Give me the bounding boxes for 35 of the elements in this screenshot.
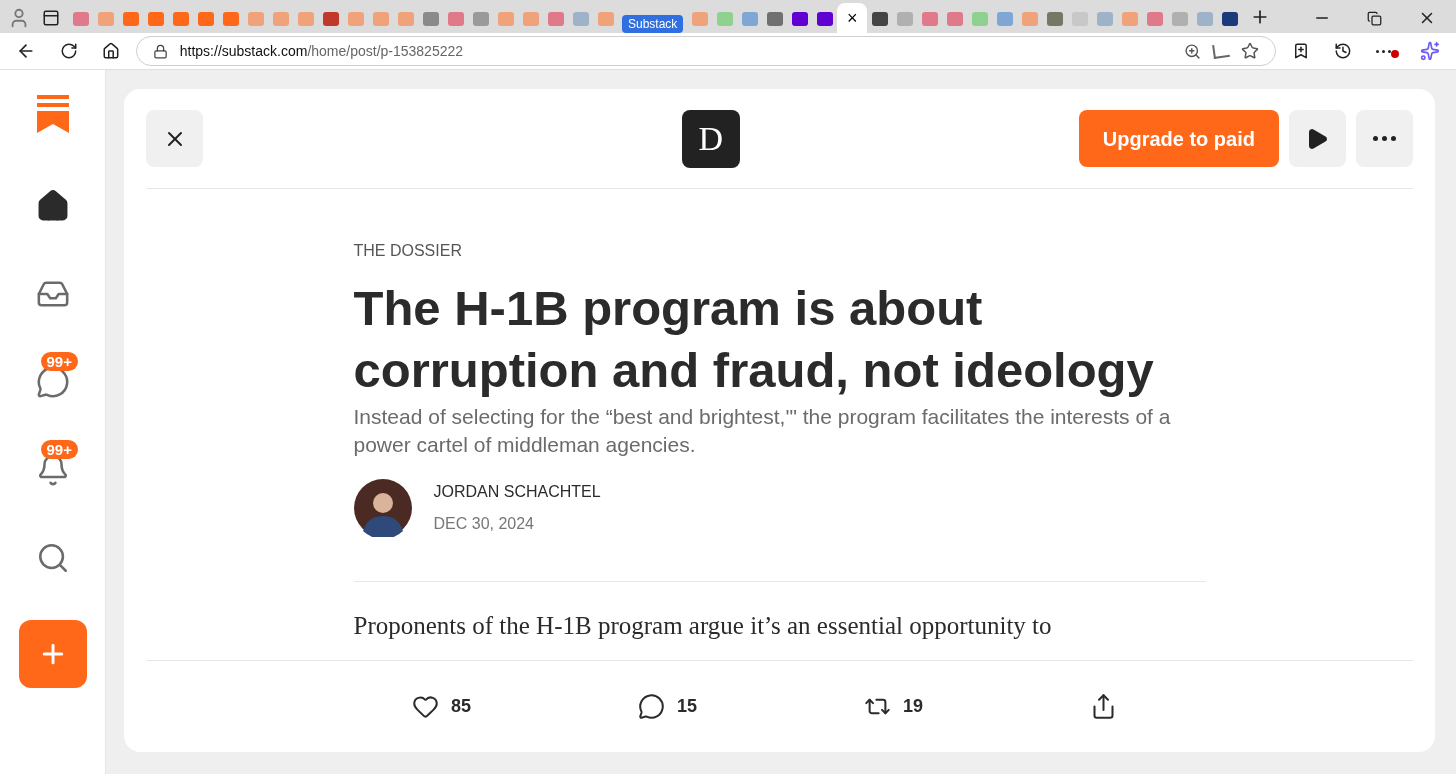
copilot-icon[interactable] (1420, 41, 1440, 61)
lock-icon (152, 43, 168, 59)
url-text: https://substack.com/home/post/p-153825222 (179, 41, 464, 61)
comment-button[interactable]: 15 (638, 693, 698, 720)
more-button[interactable] (1356, 110, 1413, 167)
publication-logo[interactable]: D (681, 109, 740, 168)
tab-actions-icon (42, 9, 60, 27)
post-date: DEC 30, 2024 (433, 514, 535, 534)
notification-badge: 99+ (40, 352, 78, 371)
restack-button[interactable]: 19 (864, 693, 924, 720)
home-icon[interactable] (101, 42, 120, 60)
comment-icon (638, 693, 665, 720)
restore-icon[interactable] (1367, 10, 1382, 26)
publication-name[interactable]: THE DOSSIER (353, 239, 1206, 263)
share-icon (1090, 693, 1117, 720)
tab-group-label[interactable]: Substack (622, 15, 684, 33)
article-body: Proponents of the H-1B program argue it’s an essential opportunity to (353, 611, 1053, 641)
close-button[interactable] (146, 110, 203, 167)
like-button[interactable]: 85 (412, 693, 472, 720)
play-button[interactable] (1289, 110, 1346, 167)
reload-icon[interactable] (59, 42, 78, 60)
star-icon[interactable] (1241, 42, 1260, 60)
author-name[interactable]: JORDAN SCHACHTEL (433, 480, 601, 504)
heart-icon (412, 693, 439, 720)
browser-tab[interactable]: × (837, 3, 868, 33)
article-subtitle: Instead of selecting for the “best and brightest,'" the program facilitates the interests of a power cartel of middleman agencies. (353, 404, 1172, 458)
notification-badge: 99+ (40, 440, 78, 459)
more-icon (1373, 136, 1396, 141)
new-post-button[interactable] (18, 620, 87, 688)
share-button[interactable] (1090, 693, 1117, 720)
logo-icon (35, 94, 70, 134)
zoom-icon[interactable] (1184, 42, 1202, 60)
author-avatar[interactable] (353, 479, 412, 537)
article-title: The H-1B program is about corruption and fraud, not ideology (353, 280, 1155, 399)
history-icon[interactable] (1334, 42, 1353, 60)
